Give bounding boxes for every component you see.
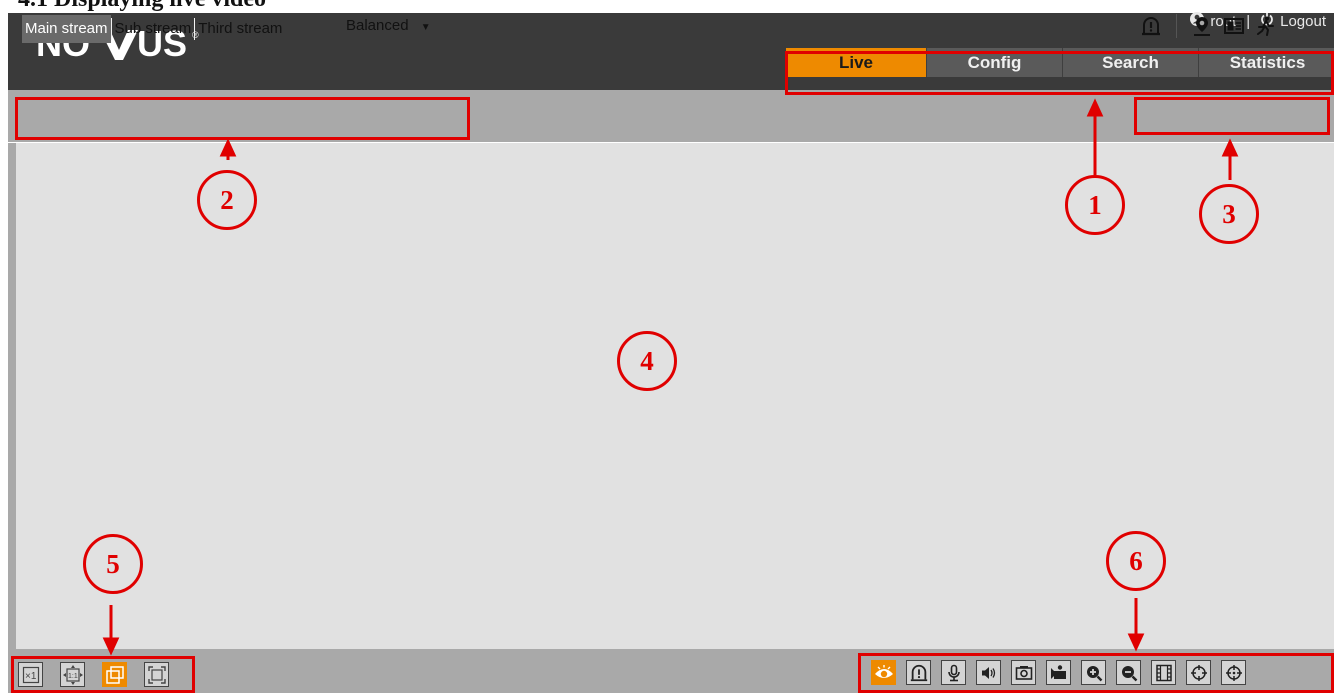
callout-1: 1 bbox=[1065, 175, 1125, 235]
callout-6: 6 bbox=[1106, 531, 1166, 591]
callout-3: 3 bbox=[1199, 184, 1259, 244]
callout-4: 4 bbox=[617, 331, 677, 391]
callout-5: 5 bbox=[83, 534, 143, 594]
callout-2: 2 bbox=[197, 170, 257, 230]
